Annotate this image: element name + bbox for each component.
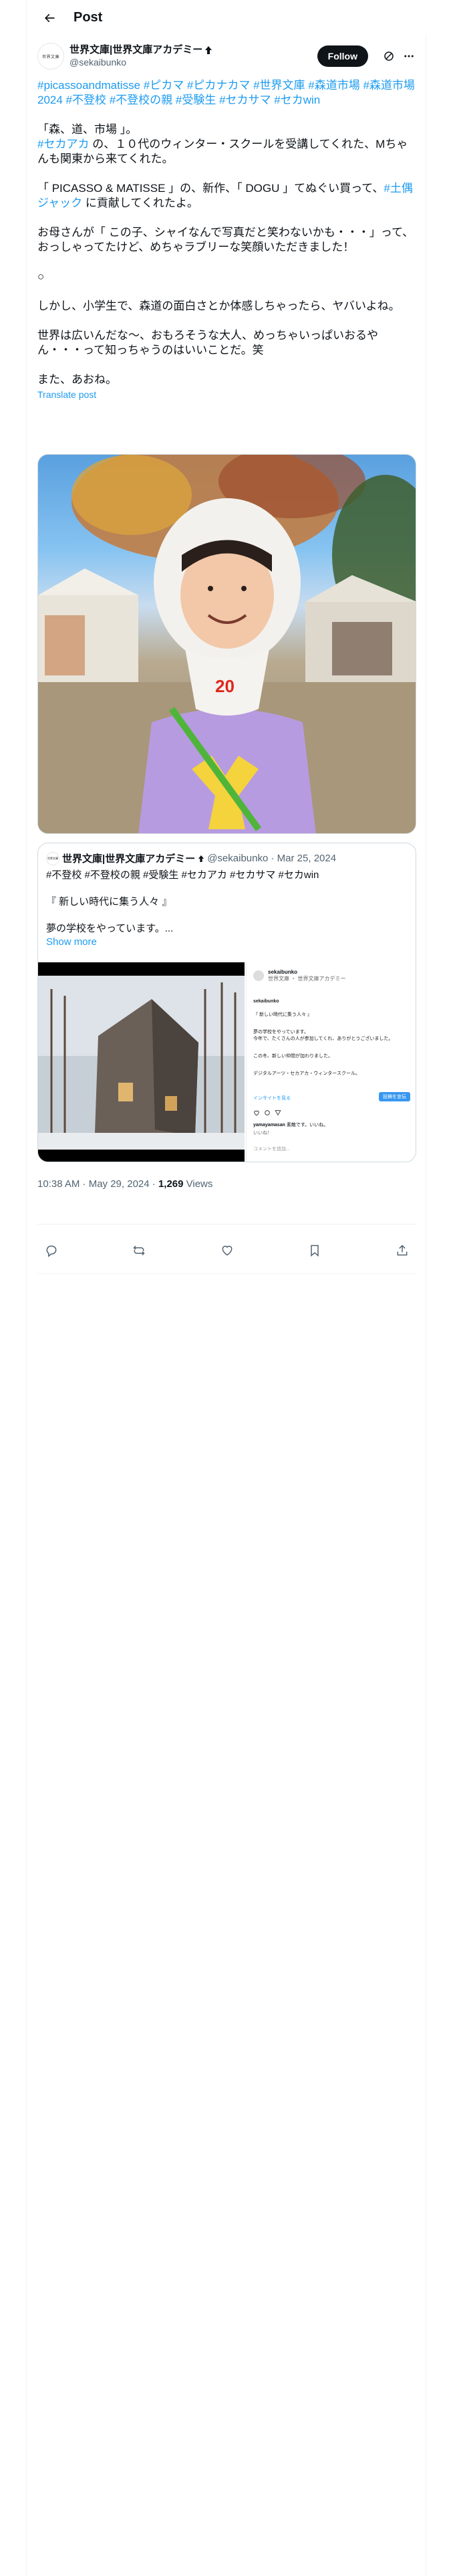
repost-button[interactable] <box>128 1239 150 1262</box>
repost-icon <box>133 1245 145 1256</box>
ig-actions <box>253 1109 281 1116</box>
ig-caption-title: 『 新しい時代に集う人々 』 <box>253 1012 312 1017</box>
send-icon <box>275 1110 281 1116</box>
text-line-4: お母さんが「 この子、シャイなんで写真だと笑わないかも・・・」って、おっしゃって… <box>37 226 414 253</box>
author-row: 世界文庫 世界文庫|世界文庫アカデミー @sekaibunko Follow <box>37 41 416 71</box>
avatar-text: 世界文庫 <box>41 55 59 60</box>
ig-caption-2: この冬、新しい仲間が加わりました。 <box>253 1054 333 1059</box>
arrow-up-icon <box>198 855 204 862</box>
quote-line-2: 夢の学校をやっています。... <box>46 923 174 934</box>
reply-icon <box>46 1245 57 1257</box>
author-names: 世界文庫|世界文庫アカデミー @sekaibunko <box>69 44 317 68</box>
ig-insight-link: インサイトを見る <box>253 1096 291 1101</box>
quote-date: Mar 25, 2024 <box>277 853 337 864</box>
text-line-8: また、あおね。 <box>37 373 117 386</box>
ig-caption-3: デジタルアーツ・セカアカ・ウィンタースクール。 <box>253 1071 360 1076</box>
quote-handle: @sekaibunko <box>207 853 269 864</box>
ig-boost-button: 投稿を宣伝 <box>379 1092 410 1101</box>
quote-header: 世界文庫 世界文庫|世界文庫アカデミー @sekaibunko · Mar 25… <box>46 851 336 865</box>
quote-line-1: 『 新しい時代に集う人々 』 <box>46 896 172 907</box>
quote-avatar-text: 世界文庫 <box>47 856 58 860</box>
ig-likes: いいね！ <box>253 1131 272 1136</box>
share-button[interactable] <box>391 1239 414 1262</box>
ig-sub: 世界文庫 ・ 世界文庫アカデミー <box>268 976 346 982</box>
ig-names: sekaibunko 世界文庫 ・ 世界文庫アカデミー <box>268 969 345 982</box>
post-column: Post 世界文庫 世界文庫|世界文庫アカデミー @sekaibunko Fol… <box>26 0 427 2576</box>
author-name-text: 世界文庫|世界文庫アカデミー <box>69 44 203 56</box>
quote-text: #不登校 #不登校の親 #受験生 #セカアカ #セカサマ #セカwin 『 新し… <box>46 869 407 949</box>
grok-button[interactable] <box>382 49 396 64</box>
heart-icon <box>222 1245 232 1256</box>
bookmark-icon <box>311 1245 319 1257</box>
quote-separator: · <box>268 853 277 864</box>
back-button[interactable] <box>37 6 61 30</box>
quoted-post[interactable]: 世界文庫 世界文庫|世界文庫アカデミー @sekaibunko · Mar 25… <box>37 843 416 1162</box>
heart-icon <box>254 1110 259 1116</box>
views-label: Views <box>183 1178 213 1190</box>
building-illustration <box>38 962 245 1162</box>
text-line-3-post: に貢献してくれたよ。 <box>82 197 198 209</box>
show-more-link[interactable]: Show more <box>46 936 407 949</box>
bookmark-button[interactable] <box>303 1239 326 1262</box>
text-line-3-pre: 「 PICASSO & MATISSE 」の、新作、「 DOGU 」てぬぐい買っ… <box>37 182 384 195</box>
svg-text:20: 20 <box>215 676 235 696</box>
ig-caption-head: sekaibunko <box>253 999 279 1004</box>
grok-icon <box>384 51 394 61</box>
translate-link[interactable]: Translate post <box>37 387 416 402</box>
ig-comment: 素敵です。いいね。 <box>286 1123 329 1128</box>
text-line-2: #セカアカ の、１０代のウィンター・スクールを受講してくれた、Mちゃんも関東から… <box>37 137 416 167</box>
share-icon <box>397 1245 408 1256</box>
more-button[interactable] <box>402 49 416 64</box>
hashtag-sekaaka[interactable]: #セカアカ <box>37 138 89 150</box>
photo-illustration: 20 <box>38 455 416 833</box>
post-photo[interactable]: 20 <box>37 454 416 834</box>
ig-comment-user: yamayamasan <box>253 1123 285 1128</box>
quote-image-building[interactable] <box>38 962 245 1162</box>
ig-caption-body: 夢の学校をやっています。 今年で、たくさんの人が参加してくれ、ありがとうございま… <box>253 1030 394 1041</box>
quote-tags: #不登校 #不登校の親 #受験生 #セカアカ #セカサマ #セカwin <box>46 869 319 881</box>
text-line-6: しかし、小学生で、森道の面白さとか体感しちゃったら、ヤバいよね。 <box>37 300 400 312</box>
text-line-2-rest: の、１０代のウィンター・スクールを受講してくれた、Mちゃんも関東から来てくれた。 <box>37 138 408 165</box>
text-line-5: ○ <box>37 270 45 283</box>
page-title: Post <box>73 10 103 25</box>
action-bar <box>37 1235 416 1267</box>
hashtags[interactable]: #picassoandmatisse #ピカマ #ピカナカマ #世界文庫 #森道… <box>37 78 416 108</box>
quote-avatar: 世界文庫 <box>46 851 59 865</box>
post-timestamp[interactable]: 10:38 AM · May 29, 2024 · <box>37 1178 158 1190</box>
text-line-1: 「森、道、市場 」。 <box>37 123 138 136</box>
quote-images: sekaibunko 世界文庫 ・ 世界文庫アカデミー sekaibunko 『… <box>38 962 416 1162</box>
quote-display-name: 世界文庫|世界文庫アカデミー <box>62 853 196 865</box>
views-count: 1,269 <box>158 1178 184 1190</box>
ig-comment-input: コメントを追加... <box>253 1147 290 1152</box>
arrow-left-icon <box>44 13 55 22</box>
author-handle[interactable]: @sekaibunko <box>69 56 317 68</box>
post-meta: 10:38 AM · May 29, 2024 · 1,269 Views <box>37 1178 212 1190</box>
avatar[interactable]: 世界文庫 <box>37 43 64 70</box>
follow-button[interactable]: Follow <box>317 45 368 67</box>
ig-avatar <box>253 970 264 981</box>
arrow-up-icon <box>205 46 212 54</box>
more-icon <box>404 55 414 58</box>
like-button[interactable] <box>216 1239 239 1262</box>
ig-header: sekaibunko 世界文庫 ・ 世界文庫アカデミー <box>253 969 345 982</box>
text-line-3: 「 PICASSO & MATISSE 」の、新作、「 DOGU 」てぬぐい買っ… <box>37 181 416 211</box>
ig-user: sekaibunko <box>268 969 298 975</box>
top-bar: Post <box>27 0 427 35</box>
author-display-name[interactable]: 世界文庫|世界文庫アカデミー <box>69 44 317 56</box>
text-line-7: 世界は広いんだな〜、おもろそうな大人、めっちゃいっぱいおるやん・・・って知っちゃ… <box>37 329 378 356</box>
quote-image-instagram[interactable]: sekaibunko 世界文庫 ・ 世界文庫アカデミー sekaibunko 『… <box>246 962 416 1162</box>
comment-icon <box>265 1110 270 1115</box>
ig-caption: sekaibunko 『 新しい時代に集う人々 』 夢の学校をやっています。 今… <box>253 992 410 1084</box>
ig-comment-row: yamayamasan 素敵です。いいね。 <box>253 1121 328 1128</box>
reply-button[interactable] <box>40 1239 63 1262</box>
divider-bottom <box>37 1273 416 1274</box>
post-text: #picassoandmatisse #ピカマ #ピカナカマ #世界文庫 #森道… <box>37 78 416 402</box>
